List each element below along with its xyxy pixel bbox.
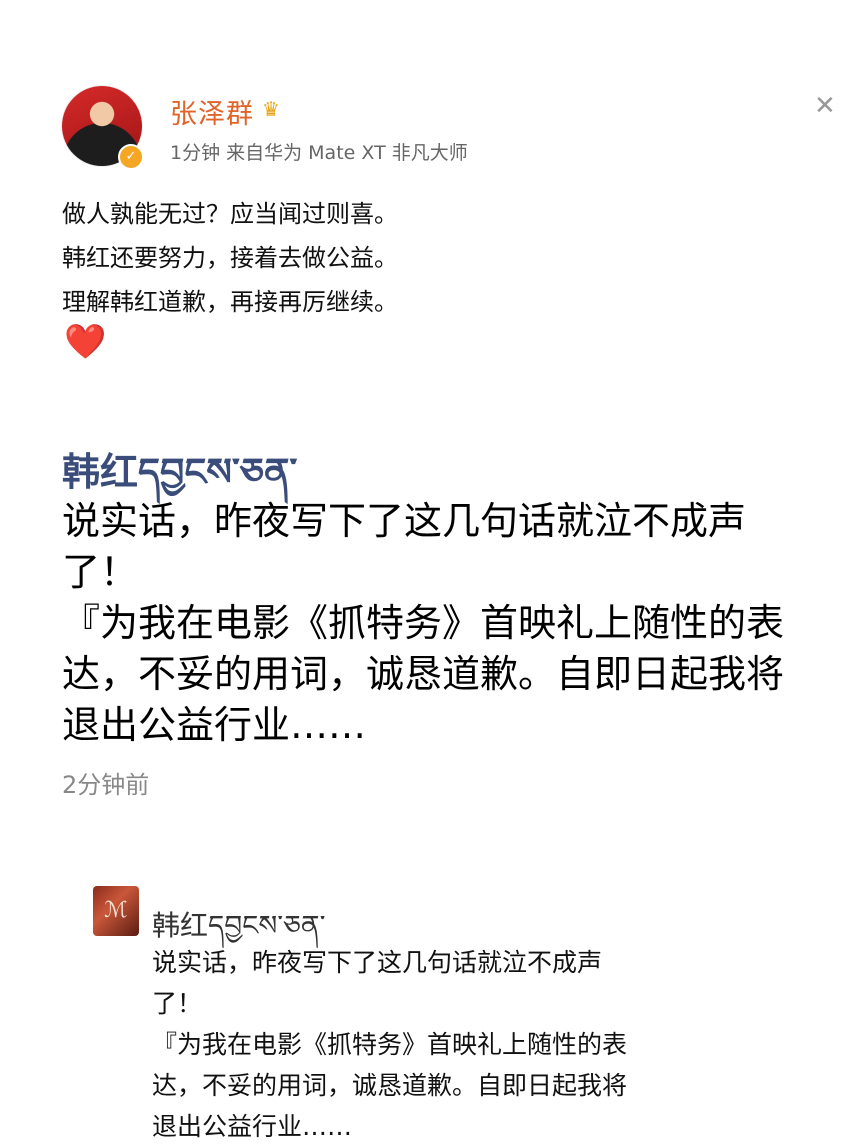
quoted-line: 达，不妥的用词，诚恳道歉。自即日起我将 xyxy=(62,652,785,696)
quoted-text: 说实话，昨夜写下了这几句话就泣不成声 了！ 『为我在电影《抓特务》首映礼上随性的… xyxy=(62,496,842,751)
verified-badge-icon: ✓ xyxy=(118,144,144,170)
embed-line: 『为我在电影《抓特务》首映礼上随性的表 xyxy=(152,1030,628,1059)
embed-avatar[interactable]: ℳ xyxy=(93,886,139,936)
quoted-line: 说实话，昨夜写下了这几句话就泣不成声 xyxy=(62,499,747,543)
post-meta: 1分钟 来自华为 Mate XT 非凡大师 xyxy=(170,142,468,164)
quoted-line: 退出公益行业…… xyxy=(62,703,367,747)
embed-line: 说实话，昨夜写下了这几句话就泣不成声 xyxy=(152,948,603,977)
crown-badge-icon: ♛ xyxy=(262,97,280,121)
heart-emoji: ❤️ xyxy=(64,322,107,362)
quoted-line: 了！ xyxy=(62,550,139,594)
embed-line: 退出公益行业…… xyxy=(152,1112,353,1141)
embed-line: 达，不妥的用词，诚恳道歉。自即日起我将 xyxy=(152,1071,628,1100)
close-icon[interactable]: ✕ xyxy=(814,91,836,121)
quoted-line: 『为我在电影《抓特务》首映礼上随性的表 xyxy=(62,601,785,645)
embed-text: 说实话，昨夜写下了这几句话就泣不成声 了！ 『为我在电影《抓特务》首映礼上随性的… xyxy=(152,942,627,1147)
quoted-timestamp: 2分钟前 xyxy=(62,771,150,799)
username[interactable]: 张泽群 xyxy=(170,92,254,131)
post-body: 做人孰能无过？应当闻过则喜。 韩红还要努力，接着去做公益。 理解韩红道歉，再接再… xyxy=(62,192,398,324)
post-line: 理解韩红道歉，再接再厉继续。 xyxy=(62,288,398,316)
post-line: 韩红还要努力，接着去做公益。 xyxy=(62,244,398,272)
embed-line: 了！ xyxy=(152,989,203,1018)
post-line: 做人孰能无过？应当闻过则喜。 xyxy=(62,200,398,228)
